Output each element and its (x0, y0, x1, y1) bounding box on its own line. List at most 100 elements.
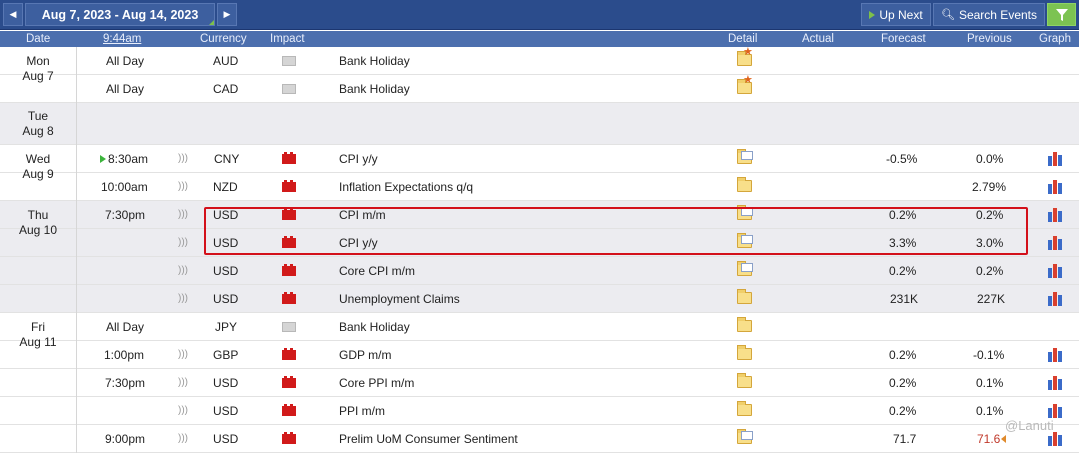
event-currency: JPY (215, 320, 238, 334)
event-title[interactable]: CPI m/m (339, 201, 386, 229)
event-currency: GBP (213, 348, 239, 362)
impact-high-icon[interactable] (282, 180, 296, 192)
event-row[interactable]: 7:30pm ))) USD CPI m/m 0.2% 0.2% (0, 201, 1079, 229)
event-row[interactable]: 8:30am ))) CNY CPI y/y -0.5% 0.0% (0, 145, 1079, 173)
detail-document-folder-icon[interactable] (737, 205, 753, 220)
filter-button[interactable] (1047, 3, 1076, 26)
sound-alert-icon[interactable]: ))) (178, 341, 188, 369)
event-time: 9:00pm (105, 432, 146, 446)
event-row[interactable]: 10:00am ))) NZD Inflation Expectations q… (0, 173, 1079, 201)
impact-high-icon[interactable] (282, 376, 296, 388)
column-header-row: Date 9:44am Currency Impact Detail Actua… (0, 31, 1079, 47)
impact-high-icon[interactable] (282, 208, 296, 220)
up-next-button[interactable]: Up Next (861, 3, 931, 26)
detail-folder-icon[interactable] (737, 401, 752, 416)
detail-folder-icon[interactable] (737, 177, 752, 192)
event-row[interactable]: 7:30pm ))) USD Core PPI m/m 0.2% 0.1% (0, 369, 1079, 397)
bar-graph-icon[interactable] (1048, 374, 1064, 390)
detail-document-folder-icon[interactable] (737, 261, 753, 276)
impact-high-icon[interactable] (282, 404, 296, 416)
impact-holiday-icon[interactable] (282, 84, 296, 94)
event-title[interactable]: CPI y/y (339, 229, 378, 257)
impact-holiday-icon[interactable] (282, 322, 296, 332)
detail-folder-icon[interactable] (737, 289, 752, 304)
bar-graph-icon[interactable] (1048, 346, 1064, 362)
event-currency: USD (213, 376, 239, 390)
event-title[interactable]: Unemployment Claims (339, 285, 460, 313)
detail-document-folder-icon[interactable] (737, 233, 753, 248)
sound-alert-icon[interactable]: ))) (178, 397, 188, 425)
detail-star-folder-icon[interactable] (737, 75, 753, 94)
toolbar: ◀ Aug 7, 2023 - Aug 14, 2023 ▶ Up Next 🔍… (0, 0, 1079, 30)
event-title[interactable]: CPI y/y (339, 145, 378, 173)
next-week-button[interactable]: ▶ (217, 3, 237, 26)
sound-alert-icon[interactable]: ))) (178, 425, 188, 453)
sound-alert-icon[interactable]: ))) (178, 173, 188, 201)
bar-graph-icon[interactable] (1048, 150, 1064, 166)
col-graph: Graph (1039, 33, 1071, 45)
impact-high-icon[interactable] (282, 236, 296, 248)
sound-alert-icon[interactable]: ))) (178, 285, 188, 313)
event-row[interactable]: ))) USD PPI m/m 0.2% 0.1% (0, 397, 1079, 425)
impact-high-icon[interactable] (282, 348, 296, 360)
event-row[interactable]: All Day AUD Bank Holiday (0, 47, 1079, 75)
event-time: All Day (106, 320, 145, 334)
detail-folder-icon[interactable] (737, 345, 752, 360)
search-events-button[interactable]: 🔍︎ Search Events (933, 3, 1045, 26)
event-forecast: 231K (890, 292, 919, 306)
bar-graph-icon[interactable] (1048, 402, 1064, 418)
table-row (0, 103, 1079, 145)
event-previous-revised: 71.6 (977, 432, 1001, 446)
sound-alert-icon[interactable]: ))) (178, 201, 188, 229)
impact-high-icon[interactable] (282, 264, 296, 276)
col-previous: Previous (967, 33, 1012, 45)
event-row[interactable]: 9:00pm ))) USD Prelim UoM Consumer Senti… (0, 425, 1079, 453)
bar-graph-icon[interactable] (1048, 178, 1064, 194)
day-date: Aug 8 (22, 124, 54, 138)
col-currency: Currency (200, 33, 247, 45)
event-title[interactable]: PPI m/m (339, 397, 385, 425)
event-title[interactable]: GDP m/m (339, 341, 391, 369)
impact-high-icon[interactable] (282, 152, 296, 164)
event-row[interactable]: All Day CAD Bank Holiday (0, 75, 1079, 103)
event-title[interactable]: Bank Holiday (339, 47, 410, 75)
event-row[interactable]: ))) USD Core CPI m/m 0.2% 0.2% (0, 257, 1079, 285)
detail-folder-icon[interactable] (737, 317, 752, 332)
event-row[interactable]: All Day JPY Bank Holiday (0, 313, 1079, 341)
prev-week-button[interactable]: ◀ (3, 3, 23, 26)
impact-holiday-icon[interactable] (282, 56, 296, 66)
event-title[interactable]: Bank Holiday (339, 75, 410, 103)
event-time: 7:30pm (105, 376, 146, 390)
sound-alert-icon[interactable]: ))) (178, 369, 188, 397)
event-forecast: 0.2% (889, 348, 917, 362)
event-row[interactable]: ))) USD Unemployment Claims 231K 227K (0, 285, 1079, 313)
event-row[interactable]: 1:00pm ))) GBP GDP m/m 0.2% -0.1% (0, 341, 1079, 369)
event-title[interactable]: Core PPI m/m (339, 369, 414, 397)
event-time: All Day (106, 82, 145, 96)
play-icon (869, 10, 876, 19)
event-title[interactable]: Bank Holiday (339, 313, 410, 341)
sound-alert-icon[interactable]: ))) (178, 257, 188, 285)
bar-graph-icon[interactable] (1048, 290, 1064, 306)
detail-document-folder-icon[interactable] (737, 149, 753, 164)
impact-high-icon[interactable] (282, 292, 296, 304)
event-forecast: 3.3% (889, 236, 917, 250)
detail-folder-icon[interactable] (737, 373, 752, 388)
col-date: Date (26, 33, 51, 45)
bar-graph-icon[interactable] (1048, 234, 1064, 250)
col-time-current[interactable]: 9:44am (103, 31, 141, 47)
event-forecast: 0.2% (889, 376, 917, 390)
detail-document-folder-icon[interactable] (737, 429, 753, 444)
bar-graph-icon[interactable] (1048, 206, 1064, 222)
sound-alert-icon[interactable]: ))) (178, 229, 188, 257)
sound-alert-icon[interactable]: ))) (178, 145, 188, 173)
event-row[interactable]: ))) USD CPI y/y 3.3% 3.0% (0, 229, 1079, 257)
detail-star-folder-icon[interactable] (737, 47, 753, 66)
search-icon: 🔍︎ (940, 9, 955, 21)
event-title[interactable]: Inflation Expectations q/q (339, 173, 473, 201)
date-range-button[interactable]: Aug 7, 2023 - Aug 14, 2023 (25, 3, 215, 26)
impact-high-icon[interactable] (282, 432, 296, 444)
event-title[interactable]: Core CPI m/m (339, 257, 415, 285)
bar-graph-icon[interactable] (1048, 262, 1064, 278)
event-title[interactable]: Prelim UoM Consumer Sentiment (339, 425, 518, 453)
